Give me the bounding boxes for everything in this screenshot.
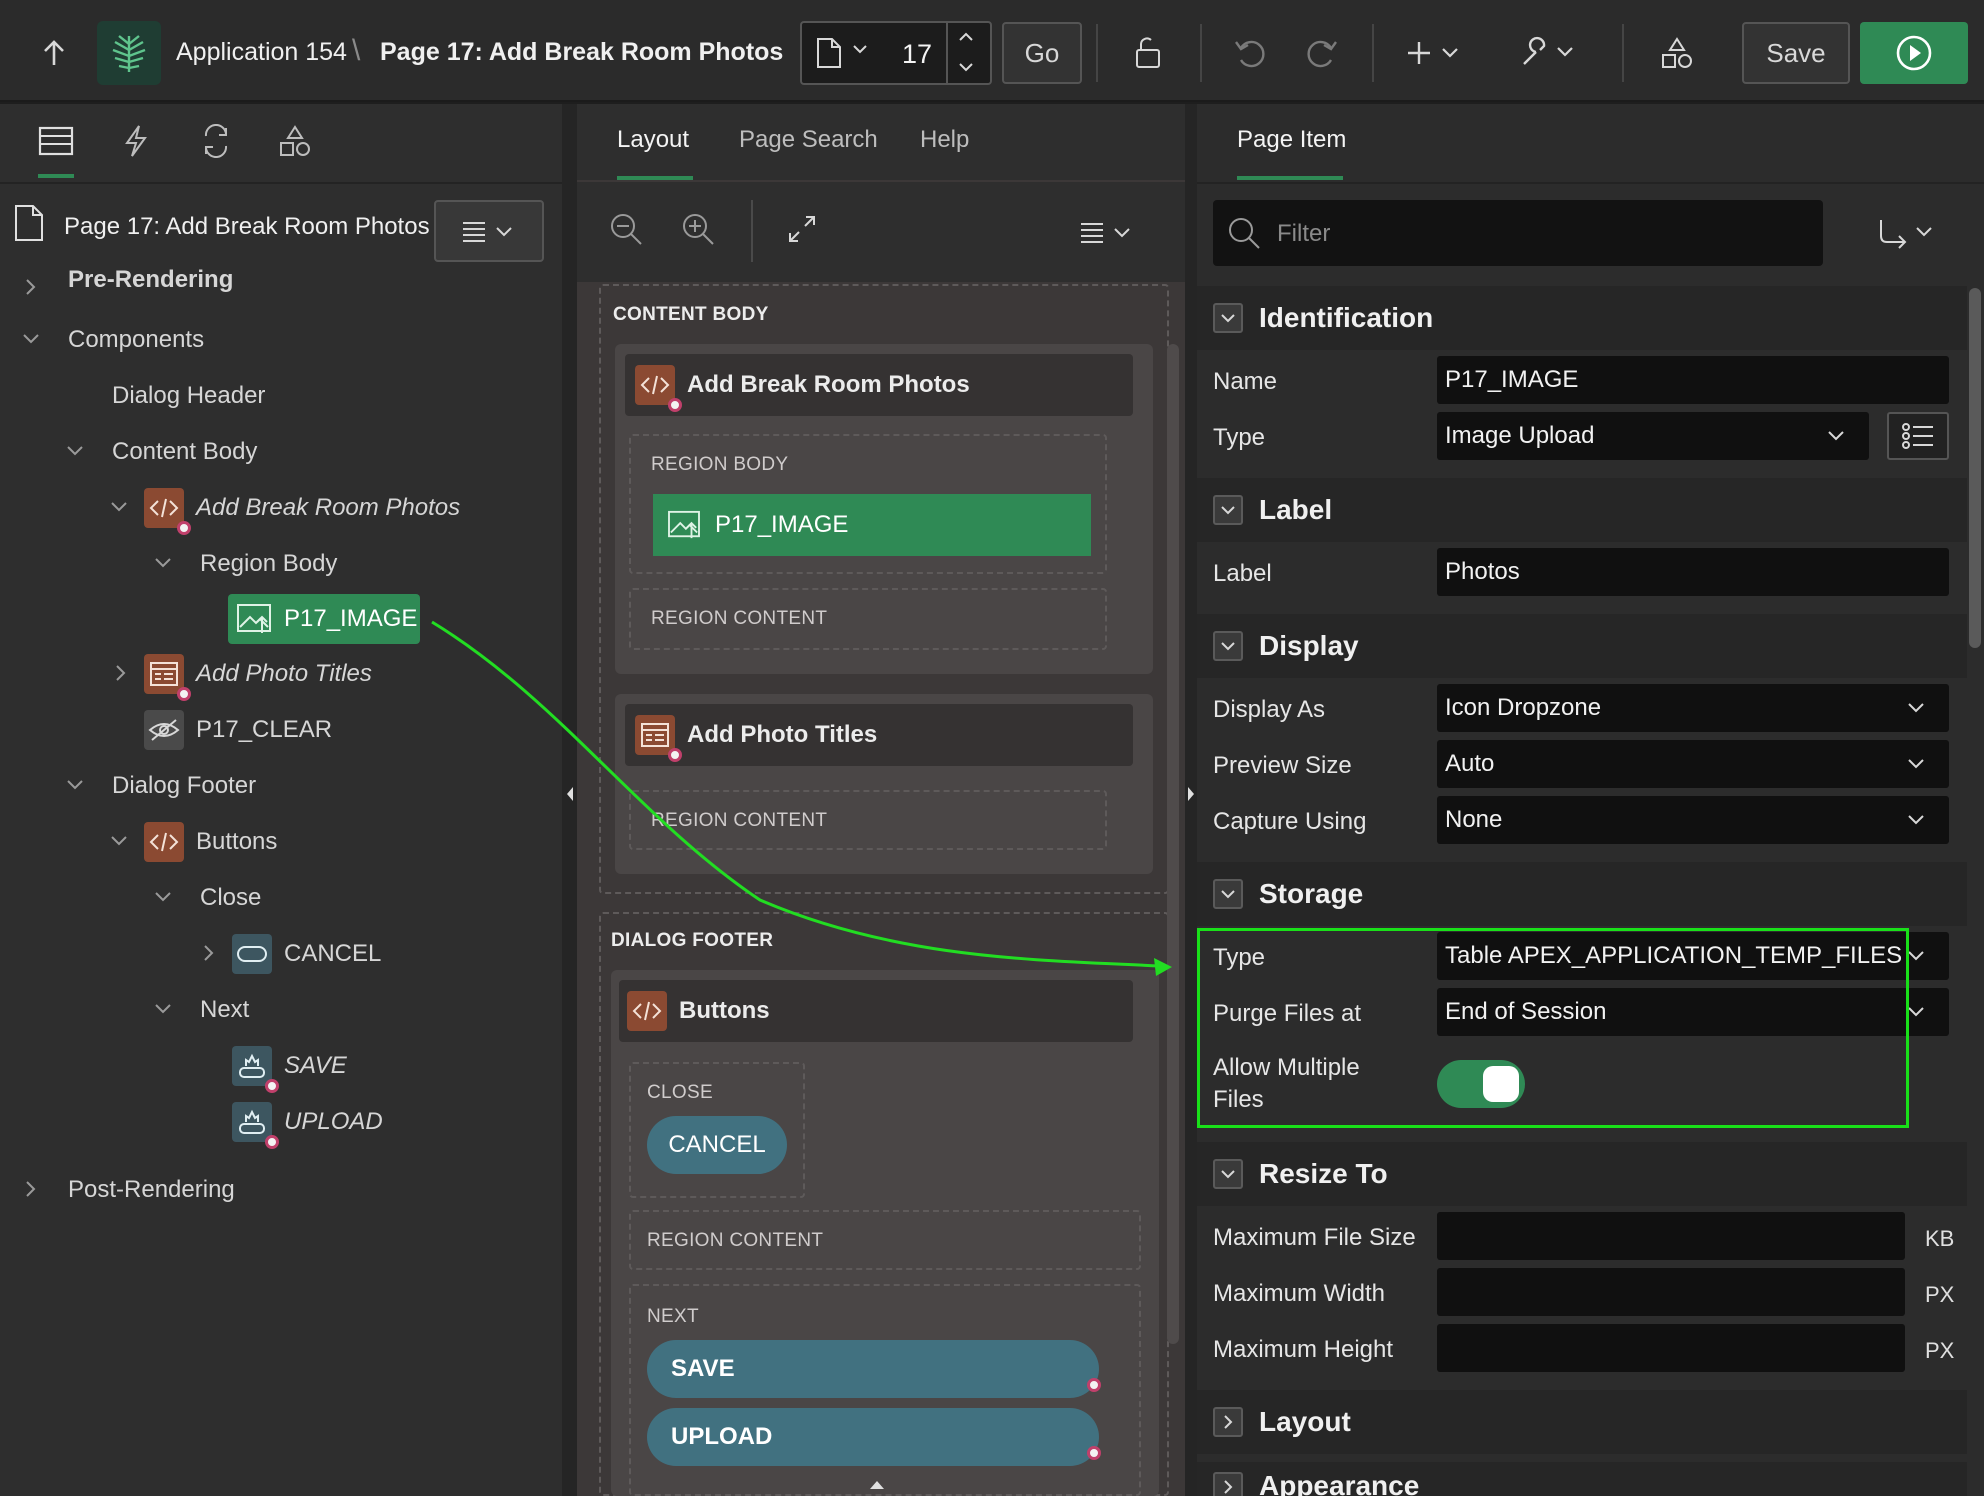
annotation-arrow: [431, 620, 1172, 976]
